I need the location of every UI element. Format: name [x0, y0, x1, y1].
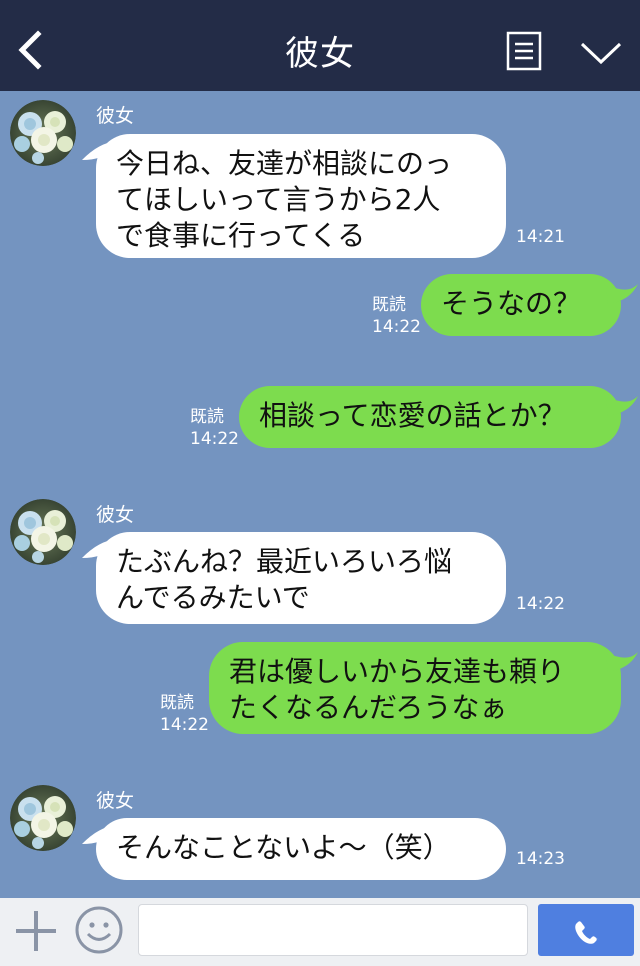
- chevron-down-icon[interactable]: [580, 40, 622, 66]
- phone-icon: [575, 921, 599, 944]
- plus-icon[interactable]: [14, 909, 58, 953]
- chat-title: 彼女: [285, 34, 355, 74]
- message-bubble[interactable]: そうなの？: [421, 274, 621, 336]
- menu-list-icon[interactable]: [506, 31, 542, 71]
- message-line: 今日ね、友達が相談にのっ: [116, 147, 453, 180]
- message-time: 14:21: [516, 227, 565, 247]
- message-line: で食事に行ってくる: [116, 219, 366, 252]
- message-time: 14:22: [190, 429, 239, 449]
- chat-header: 彼女: [0, 0, 640, 91]
- message-bubble[interactable]: たぶんね？最近いろいろ悩 んでるみたいで: [96, 532, 506, 624]
- avatar[interactable]: [10, 785, 76, 851]
- message-line: 君は優しいから友達も頼り: [229, 655, 566, 688]
- message-line: そんなことないよ〜（笑）: [116, 831, 451, 864]
- read-label: 既読: [372, 295, 406, 315]
- read-receipt: 既読 14:22: [160, 692, 209, 736]
- message-time: 14:23: [516, 849, 565, 869]
- sender-name: 彼女: [96, 105, 135, 127]
- message-line: んでるみたいで: [116, 581, 310, 614]
- message-line: たくなるんだろうなぁ: [229, 691, 508, 724]
- read-label: 既読: [160, 693, 194, 713]
- bubble-tail: [606, 284, 638, 304]
- message-line: そうなの？: [441, 287, 582, 320]
- avatar[interactable]: [10, 100, 76, 166]
- message-bubble[interactable]: 今日ね、友達が相談にのっ てほしいって言うから2人 で食事に行ってくる: [96, 134, 506, 258]
- message-input[interactable]: [138, 904, 528, 956]
- message-time: 14:22: [160, 715, 209, 735]
- read-receipt: 既読 14:22: [190, 406, 239, 450]
- avatar[interactable]: [10, 499, 76, 565]
- read-label: 既読: [190, 407, 224, 427]
- call-button[interactable]: [538, 904, 634, 956]
- message-line: たぶんね？最近いろいろ悩: [116, 545, 453, 578]
- message-bubble[interactable]: そんなことないよ〜（笑）: [96, 818, 506, 880]
- message-time: 14:22: [516, 594, 565, 614]
- message-bubble[interactable]: 相談って恋愛の話とか？: [239, 386, 621, 448]
- smile-icon[interactable]: [74, 905, 124, 955]
- sender-name: 彼女: [96, 504, 135, 526]
- read-receipt: 既読 14:22: [372, 294, 421, 338]
- message-bubble[interactable]: 君は優しいから友達も頼り たくなるんだろうなぁ: [209, 642, 621, 734]
- message-time: 14:22: [372, 317, 421, 337]
- sender-name: 彼女: [96, 790, 135, 812]
- input-bar: [0, 898, 640, 966]
- bubble-tail: [606, 396, 638, 416]
- message-line: てほしいって言うから2人: [116, 183, 441, 216]
- message-line: 相談って恋愛の話とか？: [259, 399, 566, 432]
- bubble-tail: [606, 652, 638, 672]
